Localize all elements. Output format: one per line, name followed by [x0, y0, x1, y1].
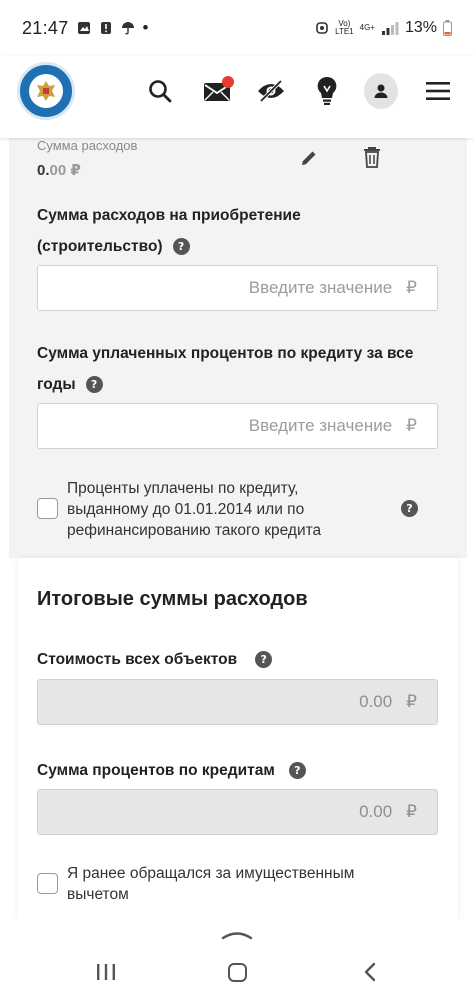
interest-label-line1: Сумма уплаченных процентов по кредиту за… — [37, 345, 414, 362]
help-icon[interactable]: ? — [85, 376, 103, 394]
ruble-sign: ₽ — [406, 802, 417, 821]
ruble-sign: ₽ — [406, 278, 417, 297]
status-right: Vo) LTE1 4G+ 13% — [315, 19, 452, 37]
edit-pencil-icon[interactable] — [299, 148, 319, 168]
checkbox-text-line1: Проценты уплачены по кредиту, — [67, 480, 299, 497]
expense-sum-value: 0.00 ₽ — [37, 161, 81, 179]
interest-paid-input[interactable]: Введите значение ₽ — [37, 403, 438, 449]
avatar — [364, 73, 398, 109]
totals-card: Итоговые суммы расходов Стоимость всех о… — [18, 558, 458, 920]
acquisition-label-line2: (строительство) — [37, 238, 163, 255]
system-nav-bar — [0, 920, 474, 1000]
battery-percent: 13% — [404, 19, 437, 36]
network-type: 4G+ — [359, 23, 375, 32]
home-button[interactable] — [228, 963, 247, 982]
ruble-sign: ₽ — [406, 416, 417, 435]
chevron-up-icon[interactable] — [221, 928, 253, 940]
gallery-notification-icon — [77, 22, 90, 34]
interest-label-line2: годы — [37, 376, 76, 393]
all-objects-cost-label: Стоимость всех объектов? — [37, 650, 273, 670]
expense-form-card: Сумма расходов 0.00 ₽ Сумма расходов на … — [9, 138, 467, 558]
acquisition-placeholder: Введите значение — [248, 278, 393, 297]
logo-emblem — [29, 74, 63, 108]
loan-interest-text: Сумма процентов по кредитам — [37, 762, 275, 779]
fns-logo[interactable] — [17, 62, 75, 120]
expense-sum-int: 0. — [37, 162, 50, 179]
interest-placeholder: Введите значение — [248, 416, 393, 435]
menu-icon[interactable] — [421, 74, 455, 108]
previous-deduction-line2: вычетом — [67, 886, 129, 903]
user-profile-button[interactable] — [364, 73, 398, 109]
expense-sum-dec: 00 ₽ — [49, 162, 81, 179]
checkbox-text-line2: выданному до 01.01.2014 или по — [67, 501, 305, 518]
help-icon[interactable]: ? — [255, 651, 273, 669]
pre-2014-loan-text: Проценты уплачены по кредиту, выданному … — [67, 478, 321, 541]
acquisition-cost-input[interactable]: Введите значение ₽ — [37, 265, 438, 311]
previous-deduction-line1: Я ранее обращался за имущественным — [67, 865, 355, 882]
loan-interest-label: Сумма процентов по кредитам? — [37, 761, 306, 781]
previous-deduction-checkbox[interactable] — [37, 873, 58, 894]
all-objects-text: Стоимость всех объектов — [37, 651, 238, 668]
status-bar: 21:47 • Vo) LTE1 4G+ 13% — [0, 0, 474, 56]
notification-dot — [222, 76, 234, 88]
acquisition-cost-label: Сумма расходов на приобретение (строител… — [37, 200, 301, 262]
umbrella-weather-icon — [121, 22, 134, 35]
recent-apps-icon[interactable] — [95, 962, 117, 982]
loan-interest-value: 0.00 — [359, 802, 393, 821]
help-icon[interactable]: ? — [172, 238, 190, 256]
totals-title: Итоговые суммы расходов — [37, 588, 308, 610]
acquisition-label-line1: Сумма расходов на приобретение — [37, 207, 301, 224]
volte-bottom: LTE1 — [335, 27, 354, 36]
status-left: 21:47 • — [22, 18, 149, 39]
alert-notification-icon — [100, 22, 111, 34]
ruble-sign: ₽ — [406, 692, 417, 711]
volte-indicator: Vo) LTE1 — [335, 20, 354, 36]
app-header — [0, 56, 474, 138]
back-icon[interactable] — [362, 962, 378, 982]
search-icon[interactable] — [143, 74, 177, 108]
eagle-emblem-icon — [37, 81, 55, 101]
signal-icon — [381, 22, 399, 35]
trash-icon[interactable] — [362, 146, 382, 168]
expense-sum-label: Сумма расходов — [37, 138, 138, 153]
interest-paid-label: Сумма уплаченных процентов по кредиту за… — [37, 338, 413, 400]
alarm-icon — [316, 22, 328, 34]
status-time: 21:47 — [22, 17, 69, 38]
all-objects-cost-field: 0.00 ₽ — [37, 679, 438, 725]
mail-icon[interactable] — [200, 74, 234, 108]
all-objects-value: 0.00 — [359, 692, 393, 711]
help-icon[interactable]: ? — [288, 762, 306, 780]
accessibility-eye-icon[interactable] — [254, 74, 288, 108]
loan-interest-field: 0.00 ₽ — [37, 789, 438, 835]
checkbox-text-line3: рефинансированию такого кредита — [67, 522, 322, 539]
status-more-dot: • — [142, 18, 149, 37]
help-icon[interactable]: ? — [401, 500, 418, 517]
lightbulb-icon[interactable] — [310, 74, 344, 108]
previous-deduction-text: Я ранее обращался за имущественным вычет… — [67, 863, 354, 905]
pre-2014-loan-checkbox[interactable] — [37, 498, 58, 519]
battery-icon — [443, 20, 452, 36]
user-icon — [374, 84, 388, 98]
